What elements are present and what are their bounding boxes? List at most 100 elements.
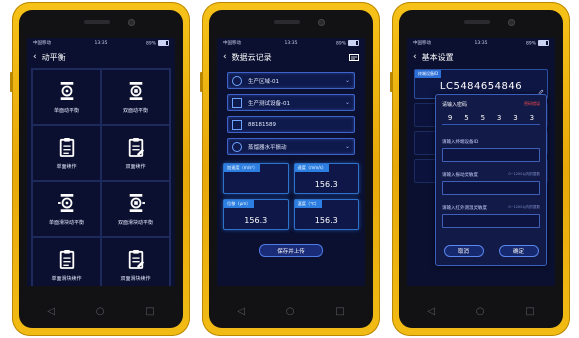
phone-3: 中国移动 13:35 89% ‹ 基本设置 终端设备ID LC548465484… (390, 2, 570, 336)
single-plane-resume-icon (59, 137, 74, 157)
menu-item-dual-plane-resume[interactable]: 双面续作 (101, 125, 170, 181)
password-digit: 3 (529, 113, 535, 122)
terminal-id-input[interactable] (442, 148, 540, 162)
phone-1: 中国移动 13:35 89% ‹ 动平衡 单面动平衡 双面动平衡 单面续作 双面… (10, 2, 190, 336)
temperature-box[interactable]: 温度（℃） 156.3 (293, 199, 359, 230)
recent-nav-icon[interactable]: □ (145, 306, 154, 317)
password-error: 密码错误 (524, 101, 540, 106)
speaker (84, 20, 110, 24)
velocity-label: 速度（mm/s） (294, 164, 330, 172)
displacement-value: 156.3 (244, 216, 268, 225)
page-title: 动平衡 (41, 52, 66, 62)
temperature-value: 156.3 (314, 216, 338, 225)
page-title: 数据云记录 (231, 52, 272, 62)
menu-item-single-plane-slider-resume[interactable]: 单面滑块续作 (32, 237, 101, 286)
nav-bar: ◁ ○ □ (407, 297, 555, 325)
menu-item-dual-plane-slider-resume[interactable]: 双面滑块续作 (101, 237, 170, 286)
password-digit: 3 (496, 113, 502, 122)
single-plane-slider-resume-icon (59, 249, 74, 269)
time-text: 13:35 (94, 40, 108, 46)
menu-item-label: 单面滑块续作 (51, 275, 82, 282)
menu-item-label: 双面续作 (125, 163, 146, 170)
home-nav-icon[interactable]: ○ (286, 306, 295, 317)
velocity-box[interactable]: 速度（mm/s） 156.3 (293, 163, 359, 194)
menu-item-label: 单面续作 (56, 163, 77, 170)
recent-nav-icon[interactable]: □ (525, 306, 534, 317)
screen-cloud-record: 中国移动 13:35 89% ‹ 数据云记录 生产区域-01 ⌄ 生产测试设备-… (217, 38, 365, 286)
menu-item-label: 单面动平衡 (53, 107, 79, 114)
temperature-label: 温度（℃） (294, 200, 322, 208)
dialog-buttons: 取消 确定 (436, 245, 546, 257)
nav-bar: ◁ ○ □ (217, 297, 365, 325)
vibration-label-row: 请输入振动灵敏度 0~1200以内的整数 (442, 172, 540, 178)
password-input[interactable]: 9 5 5 3 3 3 (442, 111, 540, 125)
velocity-value: 156.3 (314, 180, 338, 189)
area-icon (232, 75, 242, 86)
password-digit: 3 (513, 113, 518, 122)
password-dialog: 请输入密码 密码错误 9 5 5 3 3 3 请输入终端设备ID 请输入振动灵敏… (435, 94, 547, 266)
password-label: 请输入密码 (442, 102, 468, 108)
back-nav-icon[interactable]: ◁ (47, 306, 55, 317)
back-arrow-icon[interactable]: ‹ (223, 52, 227, 62)
back-arrow-icon[interactable]: ‹ (33, 52, 37, 62)
id-value: 88181589 (248, 121, 276, 128)
battery-icon (348, 39, 359, 46)
vibration-input[interactable] (442, 181, 540, 195)
menu-item-single-plane-resume[interactable]: 单面续作 (32, 125, 101, 181)
phone-2: 中国移动 13:35 89% ‹ 数据云记录 生产区域-01 ⌄ 生产测试设备-… (200, 2, 380, 336)
menu-item-label: 单面滑块动平衡 (48, 219, 84, 226)
save-upload-button[interactable]: 保存并上传 (259, 244, 323, 257)
device-select[interactable]: 生产测试设备-01 ⌄ (227, 94, 355, 111)
menu-item-single-plane-slider-balance[interactable]: 单面滑块动平衡 (32, 181, 101, 237)
time-text: 13:35 (474, 40, 488, 46)
acceleration-label: 加速度（m/s²） (224, 164, 261, 172)
menu-item-label: 双面动平衡 (122, 107, 148, 114)
measure-point-icon (232, 141, 242, 152)
page-title: 基本设置 (421, 52, 454, 62)
home-nav-icon[interactable]: ○ (96, 306, 105, 317)
cancel-button[interactable]: 取消 (443, 245, 484, 257)
device-id-label: 终端设备ID (415, 70, 442, 78)
battery-icon (538, 39, 549, 46)
back-nav-icon[interactable]: ◁ (427, 306, 435, 317)
infrared-label-row: 请输入红外测温灵敏度 0~1200以内的整数 (442, 205, 540, 211)
menu-item-dual-plane-slider-balance[interactable]: 双面滑块动平衡 (101, 181, 170, 237)
status-bar: 中国移动 13:35 89% (217, 38, 365, 48)
dual-plane-resume-icon (128, 137, 144, 157)
acceleration-box[interactable]: 加速度（m/s²） (223, 163, 289, 194)
password-row: 请输入密码 密码错误 (442, 101, 540, 108)
back-arrow-icon[interactable]: ‹ (413, 52, 417, 62)
dual-plane-slider-balance-icon (129, 193, 145, 212)
speaker (464, 20, 490, 24)
menu-grid: 单面动平衡 双面动平衡 单面续作 双面续作 单面滑块动平衡 双面滑块动平衡 单面… (31, 68, 171, 286)
chevron-down-icon: ⌄ (344, 143, 350, 150)
cloud-list-icon[interactable] (349, 53, 359, 61)
device-value: 生产测试设备-01 (248, 100, 290, 107)
dual-plane-slider-resume-icon (128, 249, 144, 269)
terminal-id-label-row: 请输入终端设备ID (442, 139, 540, 145)
recent-nav-icon[interactable]: □ (335, 306, 344, 317)
measure-point-select[interactable]: 蒸馏器水平振动 ⌄ (227, 138, 355, 155)
status-bar: 中国移动 13:35 89% (407, 38, 555, 48)
menu-item-single-plane-balance[interactable]: 单面动平衡 (32, 69, 101, 125)
camera (508, 19, 515, 26)
home-nav-icon[interactable]: ○ (476, 306, 485, 317)
password-digit: 5 (464, 113, 469, 122)
area-select[interactable]: 生产区域-01 ⌄ (227, 72, 355, 89)
time-text: 13:35 (284, 40, 298, 46)
measurement-grid: 加速度（m/s²） 速度（mm/s） 156.3 位移（μm） 156.3 温度… (223, 163, 359, 230)
page-header: ‹ 数据云记录 (217, 48, 365, 66)
confirm-button[interactable]: 确定 (498, 245, 539, 257)
device-icon (232, 97, 242, 108)
terminal-id-label: 请输入终端设备ID (442, 140, 479, 145)
side-button (200, 72, 203, 92)
single-plane-balance-icon (60, 81, 73, 100)
chevron-down-icon: ⌄ (344, 99, 350, 106)
displacement-box[interactable]: 位移（μm） 156.3 (223, 199, 289, 230)
id-field[interactable]: 88181589 (227, 116, 355, 133)
side-button (10, 72, 13, 92)
single-plane-slider-balance-icon (57, 193, 73, 212)
back-nav-icon[interactable]: ◁ (237, 306, 245, 317)
infrared-input[interactable] (442, 214, 540, 228)
menu-item-dual-plane-balance[interactable]: 双面动平衡 (101, 69, 170, 125)
